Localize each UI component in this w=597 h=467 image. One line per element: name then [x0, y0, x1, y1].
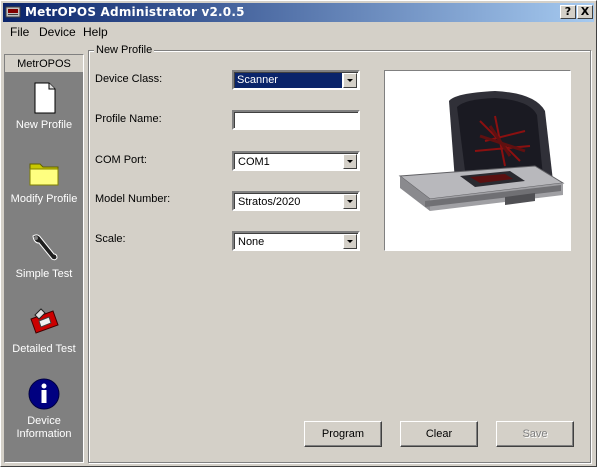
sidebar-label-device-information: Device Information [5, 415, 83, 441]
scanner-scale-image [398, 91, 565, 211]
sidebar-label-device-information-line2: Information [16, 428, 72, 440]
sidebar-label-modify-profile: Modify Profile [10, 193, 78, 205]
chevron-down-icon[interactable] [343, 194, 357, 209]
menu-file[interactable]: File [10, 25, 29, 39]
sidebar: MetrOPOS New Profile Modify Profile Simp… [4, 54, 84, 463]
sidebar-label-detailed-test: Detailed Test [12, 343, 76, 355]
sidebar-header: MetrOPOS [5, 55, 83, 73]
device-image-panel [384, 70, 571, 251]
sidebar-item-device-information[interactable]: Device Information [5, 377, 83, 441]
help-button[interactable]: ? [560, 5, 576, 19]
sidebar-item-new-profile[interactable]: New Profile [5, 81, 83, 132]
menu-device[interactable]: Device [39, 25, 76, 39]
sidebar-label-device-information-line1: Device [27, 415, 61, 427]
app-window: MetrOPOS Administrator v2.0.5 ? X File D… [0, 0, 597, 467]
sidebar-item-modify-profile[interactable]: Modify Profile [5, 155, 83, 206]
model-number-value: Stratos/2020 [238, 196, 301, 208]
menu-help[interactable]: Help [83, 25, 108, 39]
model-number-select[interactable]: Stratos/2020 [232, 191, 360, 211]
chevron-down-icon[interactable] [343, 73, 357, 88]
chevron-down-icon[interactable] [343, 234, 357, 249]
device-class-label: Device Class: [95, 73, 163, 85]
toolbox-icon [30, 308, 59, 334]
scale-select[interactable]: None [232, 231, 360, 251]
com-port-label: COM Port: [95, 154, 147, 166]
app-icon [5, 6, 21, 18]
wrench-icon [32, 234, 58, 261]
sidebar-label-simple-test: Simple Test [15, 268, 73, 280]
sidebar-panel: New Profile Modify Profile Simple Test D… [5, 73, 83, 462]
chevron-down-icon[interactable] [343, 154, 357, 169]
model-number-label: Model Number: [95, 193, 171, 205]
device-class-value: Scanner [235, 73, 342, 88]
device-class-select[interactable]: Scanner [232, 70, 360, 90]
com-port-value: COM1 [238, 156, 270, 168]
profile-name-label: Profile Name: [95, 113, 162, 125]
sidebar-label-new-profile: New Profile [15, 119, 73, 131]
close-button[interactable]: X [577, 5, 593, 19]
save-button[interactable]: Save [496, 421, 574, 447]
sidebar-item-detailed-test[interactable]: Detailed Test [5, 305, 83, 356]
clear-button[interactable]: Clear [400, 421, 478, 447]
window-title: MetrOPOS Administrator v2.0.5 [25, 5, 245, 19]
new-document-icon [34, 82, 56, 114]
menu-bar: File Device Help [3, 23, 594, 42]
scale-label: Scale: [95, 233, 126, 245]
info-icon [28, 378, 60, 410]
title-bar[interactable]: MetrOPOS Administrator v2.0.5 ? X [3, 3, 594, 22]
scale-value: None [238, 236, 265, 248]
program-button[interactable]: Program [304, 421, 382, 447]
com-port-select[interactable]: COM1 [232, 151, 360, 171]
sidebar-item-simple-test[interactable]: Simple Test [5, 230, 83, 281]
folder-icon [29, 163, 59, 186]
groupbox-title: New Profile [94, 44, 155, 56]
profile-name-input[interactable] [232, 110, 360, 130]
